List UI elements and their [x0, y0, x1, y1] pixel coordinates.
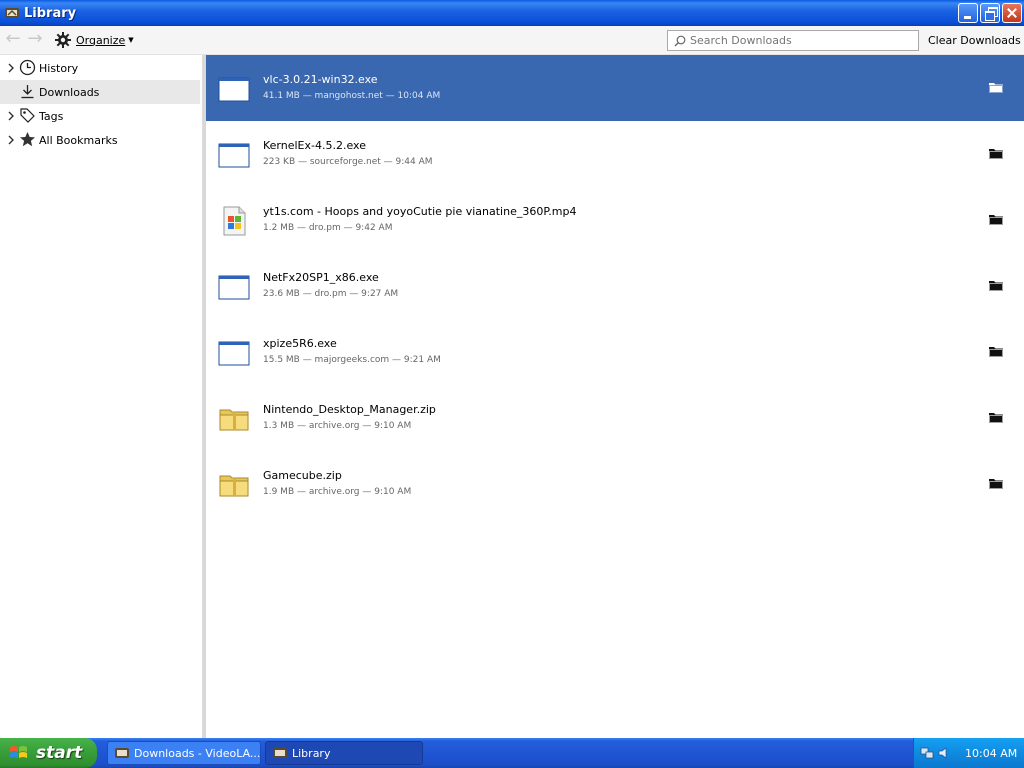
exe-window-icon — [218, 275, 250, 300]
sidebar-item-label: Downloads — [39, 86, 100, 99]
download-meta: 15.5 MB — majorgeeks.com — 9:21 AM — [263, 355, 441, 365]
download-item[interactable]: NetFx20SP1_x86.exe 23.6 MB — dro.pm — 9:… — [206, 253, 1024, 319]
download-name: yt1s.com - Hoops and yoyoCutie pie viana… — [263, 205, 577, 218]
download-item[interactable]: xpize5R6.exe 15.5 MB — majorgeeks.com — … — [206, 319, 1024, 385]
chevron-right-icon[interactable] — [6, 62, 16, 74]
download-name: vlc-3.0.21-win32.exe — [263, 73, 378, 86]
download-item[interactable]: KernelEx-4.5.2.exe 223 KB — sourceforge.… — [206, 121, 1024, 187]
download-name: NetFx20SP1_x86.exe — [263, 271, 379, 284]
open-folder-icon[interactable] — [989, 213, 1003, 225]
taskbar-item-label: Downloads - VideoLA... — [134, 746, 261, 760]
download-item[interactable]: Gamecube.zip 1.9 MB — archive.org — 9:10… — [206, 451, 1024, 517]
taskbar-item-downloads[interactable]: Downloads - VideoLA... — [107, 741, 261, 765]
open-folder-icon[interactable] — [989, 411, 1003, 423]
search-input[interactable] — [690, 32, 910, 49]
download-arrow-icon — [21, 85, 34, 99]
network-icon[interactable] — [920, 746, 934, 760]
gear-icon — [55, 32, 71, 48]
chevron-down-icon: ▼ — [128, 36, 134, 44]
exe-window-icon — [218, 143, 250, 168]
sidebar-item-label: All Bookmarks — [39, 134, 118, 147]
download-name: xpize5R6.exe — [263, 337, 337, 350]
close-button[interactable] — [1002, 3, 1022, 23]
open-folder-icon[interactable] — [989, 345, 1003, 357]
downloads-list: vlc-3.0.21-win32.exe 41.1 MB — mangohost… — [206, 55, 1024, 738]
organize-label: Organize — [76, 33, 126, 47]
forward-arrow-icon[interactable]: → — [26, 30, 44, 49]
volume-icon[interactable] — [937, 746, 951, 760]
exe-window-icon — [218, 341, 250, 366]
download-meta: 1.2 MB — dro.pm — 9:42 AM — [263, 223, 393, 233]
download-item[interactable]: Nintendo_Desktop_Manager.zip 1.3 MB — ar… — [206, 385, 1024, 451]
media-file-icon — [223, 206, 246, 236]
library-icon — [273, 748, 287, 758]
tag-icon — [20, 108, 35, 123]
organize-button[interactable]: Organize ▼ — [54, 31, 134, 49]
clear-downloads-button[interactable]: Clear Downloads — [928, 34, 1021, 47]
download-name: Gamecube.zip — [263, 469, 342, 482]
chevron-right-icon[interactable] — [6, 134, 16, 146]
window-title: Library — [24, 5, 77, 21]
sidebar-item-label: History — [39, 62, 79, 75]
star-icon — [20, 132, 35, 147]
windows-flag-icon — [10, 746, 27, 758]
download-meta: 23.6 MB — dro.pm — 9:27 AM — [263, 289, 399, 299]
download-item[interactable]: vlc-3.0.21-win32.exe 41.1 MB — mangohost… — [206, 55, 1024, 121]
download-item[interactable]: yt1s.com - Hoops and yoyoCutie pie viana… — [206, 187, 1024, 253]
sidebar-item-tags[interactable]: Tags — [0, 104, 202, 128]
library-icon — [5, 8, 19, 18]
download-name: KernelEx-4.5.2.exe — [263, 139, 366, 152]
zip-folder-icon — [219, 409, 249, 431]
restore-button[interactable] — [980, 3, 1000, 23]
open-folder-icon[interactable] — [989, 81, 1003, 93]
sidebar-item-downloads[interactable]: Downloads — [0, 80, 200, 104]
chevron-right-icon[interactable] — [6, 110, 16, 122]
sidebar: History Downloads Tags All Bookmarks — [0, 55, 203, 738]
back-arrow-icon[interactable]: ← — [4, 30, 22, 49]
library-icon — [115, 748, 129, 758]
download-meta: 1.9 MB — archive.org — 9:10 AM — [263, 487, 412, 497]
sidebar-item-all-bookmarks[interactable]: All Bookmarks — [0, 128, 202, 152]
open-folder-icon[interactable] — [989, 279, 1003, 291]
start-label: start — [36, 743, 83, 763]
taskbar-item-library[interactable]: Library — [265, 741, 423, 765]
search-field[interactable] — [667, 30, 919, 51]
clock-icon — [19, 59, 36, 76]
open-folder-icon[interactable] — [989, 147, 1003, 159]
download-meta: 1.3 MB — archive.org — 9:10 AM — [263, 421, 412, 431]
title-bar: Library — [0, 0, 1024, 26]
toolbar: ← → Organize ▼ Clear Downloads — [0, 26, 1024, 55]
clock: 10:04 AM — [965, 746, 1018, 760]
search-icon — [674, 35, 686, 46]
sidebar-item-history[interactable]: History — [0, 56, 202, 80]
system-tray: 10:04 AM — [913, 738, 1024, 768]
download-meta: 223 KB — sourceforge.net — 9:44 AM — [263, 157, 433, 167]
download-name: Nintendo_Desktop_Manager.zip — [263, 403, 436, 416]
exe-window-icon — [218, 77, 250, 102]
start-button[interactable]: start — [0, 738, 97, 768]
zip-folder-icon — [219, 475, 249, 497]
sidebar-item-label: Tags — [39, 110, 64, 123]
download-meta: 41.1 MB — mangohost.net — 10:04 AM — [263, 91, 441, 101]
open-folder-icon[interactable] — [989, 477, 1003, 489]
taskbar: start Downloads - VideoLA... Library 10:… — [0, 738, 1024, 768]
taskbar-item-label: Library — [292, 746, 331, 760]
minimize-button[interactable] — [958, 3, 978, 23]
